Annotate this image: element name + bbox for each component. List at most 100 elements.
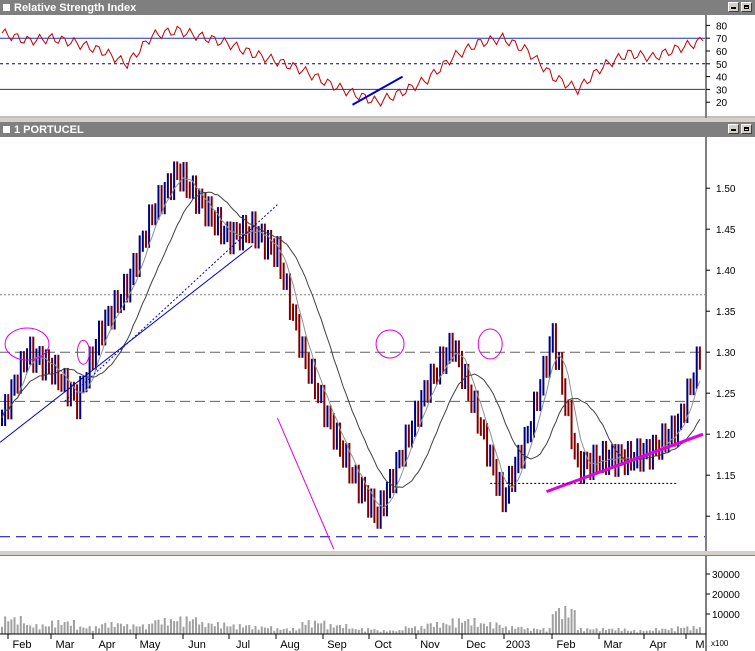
month-label: Mar — [604, 639, 623, 651]
volume-bar — [686, 626, 689, 634]
price-tick-label: 1.50 — [716, 184, 736, 195]
volume-bar — [683, 627, 686, 634]
volume-bar — [482, 623, 485, 634]
volume-bar — [558, 608, 561, 634]
volume-bar — [213, 626, 216, 634]
volume-bar — [382, 630, 385, 634]
volume-bar — [292, 628, 295, 634]
volume-bar — [448, 625, 451, 634]
rsi-title-bar[interactable]: Relative Strength Index — [0, 1, 755, 15]
price-tick-label: 1.35 — [716, 307, 736, 318]
volume-bar — [373, 629, 376, 634]
volume-bar — [204, 626, 207, 634]
volume-bar — [251, 629, 254, 634]
volume-bar — [570, 608, 573, 634]
rsi-tick-label: 70 — [716, 34, 728, 45]
minimize-button[interactable] — [728, 124, 739, 134]
volume-bar — [357, 629, 360, 634]
volume-bar — [22, 623, 25, 634]
window-icon — [3, 126, 10, 133]
volume-bar — [608, 628, 611, 634]
volume-bar — [320, 623, 323, 634]
volume-bar — [564, 606, 567, 634]
maximize-button[interactable] — [741, 2, 752, 12]
highlight-ellipse — [477, 328, 503, 360]
volume-bar — [604, 630, 607, 634]
rsi-chart: 80 70 60 50 4030 20 — [0, 15, 755, 118]
volume-bar — [182, 626, 185, 634]
volume-bar — [592, 629, 595, 634]
rsi-title: Relative Strength Index — [14, 2, 137, 14]
highlight-ellipse — [375, 329, 405, 359]
volume-bar — [226, 626, 229, 634]
volume-bar — [88, 626, 91, 634]
price-title: 1 PORTUCEL — [14, 124, 84, 136]
volume-bar — [639, 630, 642, 634]
volume-bar — [210, 623, 213, 634]
volume-bar — [573, 610, 576, 634]
volume-bar — [457, 618, 460, 634]
volume-bar — [536, 629, 539, 634]
rsi-tick-label: 50 — [716, 60, 728, 71]
volume-bar — [116, 623, 119, 634]
volume-bar — [376, 630, 379, 634]
volume-bar — [191, 619, 194, 634]
volume-bar — [63, 621, 66, 634]
volume-bar — [348, 628, 351, 634]
volume-bar — [423, 628, 426, 634]
volume-bar — [85, 628, 88, 634]
volume-bar — [141, 624, 144, 634]
volume-bar — [567, 617, 570, 634]
volume-bar — [94, 626, 97, 634]
volume-bar — [667, 630, 670, 634]
price-tick-label: 1.30 — [716, 348, 736, 359]
volume-chart: 30000 20000 10000 x100 Feb Mar Apr May Jun Jul Aug… — [0, 556, 740, 651]
volume-bar — [335, 625, 338, 634]
price-pane: 1 PORTUCEL 1.50 1.45 1.40 1.35 1.30 1.25 1.20 1… — [0, 122, 755, 551]
volume-bar — [166, 625, 169, 634]
volume-tick-label: 20000 — [712, 590, 740, 601]
volume-bar — [66, 621, 69, 634]
price-tick-label: 1.45 — [716, 225, 736, 236]
volume-bar — [354, 629, 357, 634]
volume-bar — [279, 629, 282, 634]
volume-bar — [586, 628, 589, 634]
volume-bar — [72, 620, 75, 634]
rsi-tick-label: 60 — [716, 47, 728, 58]
volume-bar — [464, 620, 467, 634]
volume-bar — [655, 628, 658, 634]
volume-bar — [123, 626, 126, 634]
volume-bar — [13, 617, 16, 634]
volume-bar — [498, 624, 501, 634]
volume-bar — [223, 622, 226, 634]
volume-bar — [79, 626, 82, 634]
volume-bar — [54, 627, 57, 634]
maximize-button[interactable] — [741, 124, 752, 134]
volume-bar — [241, 627, 244, 634]
volume-bar — [144, 629, 147, 634]
price-title-bar[interactable]: 1 PORTUCEL — [0, 123, 755, 137]
volume-bar — [35, 624, 38, 634]
volume-bar — [476, 626, 479, 634]
volume-bar — [76, 629, 79, 634]
volume-bar — [132, 624, 135, 634]
volume-bar — [138, 626, 141, 634]
volume-bar — [473, 618, 476, 634]
volume-bar — [401, 630, 404, 634]
month-label: Jul — [236, 639, 250, 651]
month-label: Nov — [420, 639, 440, 651]
volume-bar — [695, 628, 698, 634]
volume-bar — [60, 624, 63, 634]
price-chart: 1.50 1.45 1.40 1.35 1.30 1.25 1.20 1.15 1.10 — [0, 137, 736, 551]
rsi-tick-label: 20 — [716, 98, 728, 109]
volume-bar — [301, 622, 304, 634]
volume-bar — [526, 628, 529, 634]
volume-bar — [329, 624, 332, 634]
month-label: May — [140, 639, 161, 651]
rsi-tick-label: 80 — [716, 21, 728, 32]
volume-bar — [676, 626, 679, 634]
volume-bar — [148, 624, 151, 634]
volume-bar — [57, 620, 60, 634]
minimize-button[interactable] — [728, 2, 739, 12]
volume-bar — [201, 622, 204, 634]
